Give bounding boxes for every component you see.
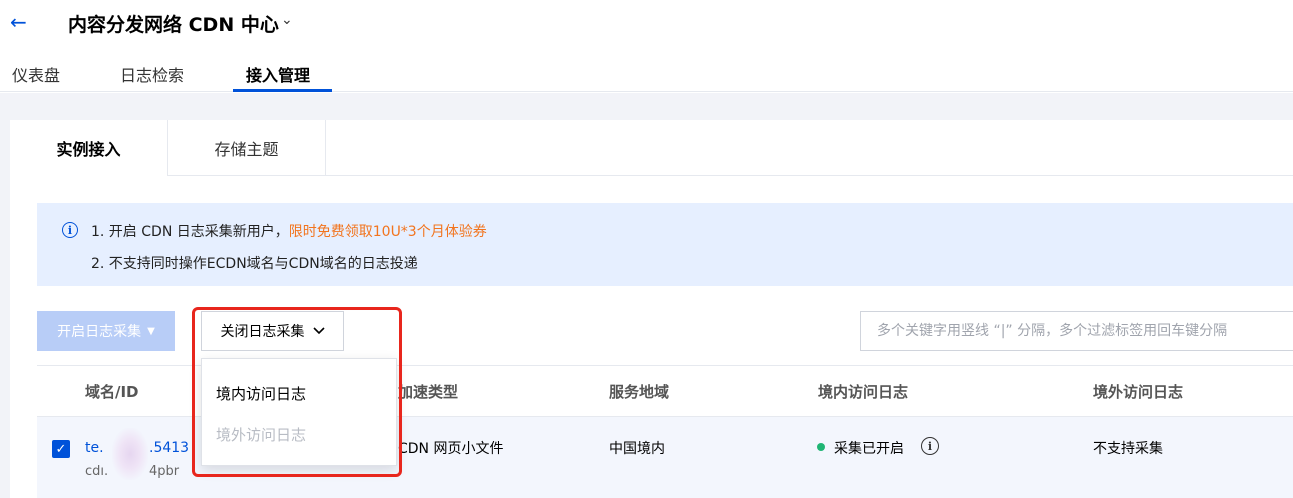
region-cell: 中国境内	[609, 441, 665, 457]
promo-link[interactable]: 限时免费领取10U*3个月体验券	[289, 224, 487, 240]
column-header-overseas-log[interactable]: 境外访问日志	[1093, 381, 1183, 402]
column-header-region[interactable]: 服务地域	[609, 381, 669, 402]
tab-dashboard[interactable]: 仪表盘	[12, 62, 60, 86]
chevron-down-icon[interactable]: ⌄	[281, 12, 293, 28]
notice-banner	[37, 203, 1293, 286]
disable-collection-dropdown-menu: 境内访问日志 境外访问日志	[201, 358, 397, 466]
notice-line-1: 1. 开启 CDN 日志采集新用户，限时免费领取10U*3个月体验券	[91, 221, 487, 241]
disable-log-collection-label: 关闭日志采集	[220, 324, 305, 340]
column-header-acceleration-type[interactable]: 加速类型	[398, 381, 458, 402]
domain-link-part-2[interactable]: .5413	[149, 440, 189, 456]
tab-log-search[interactable]: 日志检索	[120, 62, 184, 86]
tab-access-management[interactable]: 接入管理	[246, 62, 310, 86]
redaction-blur	[112, 428, 148, 480]
search-input[interactable]	[860, 311, 1293, 351]
disable-log-collection-button[interactable]: 关闭日志采集	[201, 311, 344, 351]
subtab-bar: 实例接入 存储主题	[10, 120, 1293, 176]
column-header-domain[interactable]: 域名/ID	[85, 381, 139, 402]
enable-log-collection-label: 开启日志采集	[57, 324, 142, 340]
overseas-log-status: 不支持采集	[1093, 441, 1163, 457]
status-enabled-dot	[817, 443, 825, 451]
domestic-log-status: 采集已开启	[834, 441, 904, 457]
top-bar: ← 内容分发网络 CDN 中心 ⌄ 仪表盘 日志检索 接入管理	[0, 0, 1293, 92]
subtab-storage-topic[interactable]: 存储主题	[168, 120, 326, 176]
page-title: 内容分发网络 CDN 中心	[68, 14, 279, 36]
notice-line-2: 2. 不支持同时操作ECDN域名与CDN域名的日志投递	[91, 256, 418, 272]
column-header-domestic-log[interactable]: 境内访问日志	[818, 381, 908, 402]
back-arrow-icon[interactable]: ←	[10, 10, 27, 34]
row-checkbox[interactable]: ✓	[52, 440, 70, 458]
active-tab-indicator	[233, 89, 332, 92]
dropdown-item-overseas-log: 境外访问日志	[216, 426, 307, 444]
domain-link-part-1[interactable]: te.	[85, 440, 104, 456]
acceleration-type-cell: CDN 网页小文件	[398, 441, 504, 457]
status-info-icon[interactable]: i	[921, 437, 939, 455]
enable-log-collection-button[interactable]: 开启日志采集 ▼	[37, 311, 175, 351]
chevron-down-icon	[312, 327, 325, 335]
info-icon: i	[62, 222, 78, 238]
caret-down-icon: ▼	[147, 325, 155, 337]
domain-id-part-2: 4pbr	[149, 464, 180, 479]
dropdown-item-domestic-log[interactable]: 境内访问日志	[216, 383, 306, 404]
domain-id-part-1: cdı.	[85, 464, 109, 479]
subtab-instance-access[interactable]: 实例接入	[10, 120, 168, 176]
notice-line-1-text: 1. 开启 CDN 日志采集新用户，	[91, 224, 289, 240]
